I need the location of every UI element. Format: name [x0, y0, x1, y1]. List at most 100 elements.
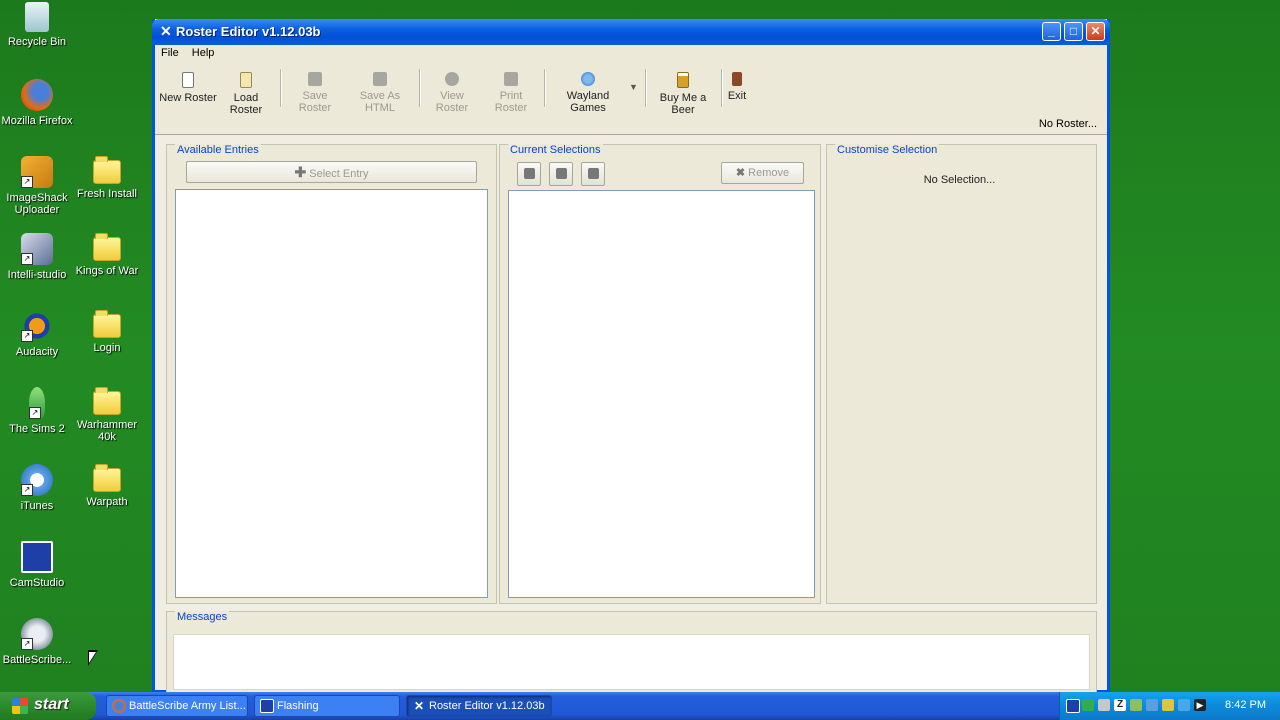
- audacity-icon: ↗: [21, 310, 53, 342]
- globe-icon: [581, 72, 595, 86]
- messages-title: Messages: [175, 611, 230, 623]
- available-entries-panel: Available Entries ✚ Select Entry: [166, 144, 497, 604]
- desktop-icon-recycle-bin[interactable]: Recycle Bin: [0, 2, 74, 48]
- menu-help[interactable]: Help: [188, 45, 219, 61]
- camstudio-icon: [21, 541, 53, 573]
- camstudio-tray-icon[interactable]: [1066, 699, 1080, 713]
- desktop-icon-label: Mozilla Firefox: [1, 115, 73, 127]
- save-as-html-button[interactable]: Save As HTML: [347, 68, 413, 114]
- desktop-icon-login[interactable]: Login: [70, 310, 144, 354]
- available-entries-list[interactable]: [175, 189, 488, 598]
- taskbar-item-roster-editor[interactable]: ✕ Roster Editor v1.12.03b: [406, 695, 552, 717]
- volume-tray-icon[interactable]: [1146, 699, 1158, 711]
- toolbar-separator: [721, 69, 723, 107]
- desktop-icon-label: Audacity: [15, 346, 59, 358]
- desktop-icon-kings-of-war[interactable]: Kings of War: [70, 233, 144, 277]
- view-roster-button[interactable]: View Roster: [424, 68, 480, 114]
- security-tray-icon[interactable]: [1162, 699, 1174, 711]
- new-document-icon: [182, 72, 194, 88]
- camstudio-icon: [260, 699, 274, 713]
- paste-selection-button[interactable]: [549, 162, 573, 186]
- zip-tray-icon[interactable]: Z: [1114, 699, 1126, 711]
- desktop-icon-warhammer[interactable]: Warhammer 40k: [70, 387, 144, 443]
- duplicate-selection-button[interactable]: [581, 162, 605, 186]
- bluetooth-tray-icon[interactable]: [1178, 699, 1190, 711]
- taskbar-clock[interactable]: 8:42 PM: [1225, 699, 1266, 711]
- load-roster-button[interactable]: Load Roster: [217, 68, 275, 116]
- desktop-icon-label: Intelli-studio: [7, 269, 67, 281]
- minimize-button[interactable]: _: [1042, 22, 1061, 41]
- start-button[interactable]: start: [0, 692, 96, 720]
- desktop-icon-sims2[interactable]: ↗ The Sims 2: [0, 387, 74, 435]
- menu-file[interactable]: File: [157, 45, 183, 61]
- select-entry-button[interactable]: ✚ Select Entry: [186, 161, 477, 183]
- customise-selection-title: Customise Selection: [835, 144, 940, 156]
- buy-me-a-beer-button[interactable]: Buy Me a Beer: [650, 68, 716, 116]
- roster-status-row: No Roster...: [155, 115, 1107, 133]
- update-tray-icon[interactable]: [1130, 699, 1142, 711]
- desktop-icon-battlescribe[interactable]: ↗ BattleScribe...: [0, 618, 74, 666]
- save-icon: [308, 72, 322, 86]
- desktop-icon-label: Login: [93, 342, 121, 354]
- desktop-icon-imageshack[interactable]: ↗ ImageShack Uploader: [0, 156, 74, 216]
- window-titlebar[interactable]: ✕ Roster Editor v1.12.03b _ □ ✕: [152, 19, 1110, 45]
- folder-icon: [93, 310, 121, 338]
- exit-door-icon: [732, 72, 742, 86]
- folder-icon: [93, 156, 121, 184]
- desktop-icon-audacity[interactable]: ↗ Audacity: [0, 310, 74, 358]
- customise-selection-panel: Customise Selection No Selection...: [826, 144, 1097, 604]
- messages-area[interactable]: [173, 634, 1090, 690]
- desktop-icon-label: Warhammer 40k: [76, 419, 138, 443]
- remove-button[interactable]: ✖ Remove: [721, 162, 804, 184]
- current-selections-panel: Current Selections ✖ Remove: [499, 144, 821, 604]
- exit-button[interactable]: Exit: [725, 68, 749, 108]
- app-icon: ✕: [160, 23, 172, 39]
- toolbar: New Roster Load Roster Save Roster Save …: [155, 66, 1107, 116]
- plus-icon: ✚: [294, 164, 307, 180]
- toolbar-separator: [419, 69, 421, 107]
- taskbar-item-battlescribe[interactable]: BattleScribe Army List...: [106, 695, 248, 717]
- close-button[interactable]: ✕: [1086, 22, 1105, 41]
- windows-flag-icon: [12, 698, 28, 714]
- wayland-games-button[interactable]: Wayland Games: [549, 68, 627, 114]
- desktop-icon-label: Warpath: [86, 496, 128, 508]
- open-document-icon: [240, 72, 252, 88]
- toolbar-separator: [544, 69, 546, 107]
- desktop-icon-fresh-install[interactable]: Fresh Install: [70, 156, 144, 200]
- roster-status: No Roster...: [1038, 118, 1097, 130]
- no-selection-text: No Selection...: [923, 174, 996, 186]
- desktop-icon-warpath[interactable]: Warpath: [70, 464, 144, 508]
- imageshack-icon: ↗: [21, 156, 53, 188]
- new-roster-button[interactable]: New Roster: [159, 68, 217, 108]
- desktop-icon-itunes[interactable]: ↗ iTunes: [0, 464, 74, 512]
- copy-selection-button[interactable]: [517, 162, 541, 186]
- window-title: Roster Editor v1.12.03b: [176, 24, 321, 39]
- chevron-down-icon[interactable]: ▼: [629, 82, 638, 92]
- taskbar-item-flashing[interactable]: Flashing: [254, 695, 400, 717]
- display-tray-icon[interactable]: [1098, 699, 1110, 711]
- desktop-icon-intelli-studio[interactable]: ↗ Intelli-studio: [0, 233, 74, 281]
- main-area: Available Entries ✚ Select Entry Current…: [155, 134, 1107, 693]
- desktop-icon-firefox[interactable]: Mozilla Firefox: [0, 79, 74, 127]
- firefox-icon: [112, 699, 126, 713]
- save-html-icon: [373, 72, 387, 86]
- save-roster-button[interactable]: Save Roster: [285, 68, 345, 114]
- folder-icon: [93, 464, 121, 492]
- itunes-icon: ↗: [21, 464, 53, 496]
- plumbob-icon: ↗: [29, 387, 45, 419]
- desktop-icon-label: iTunes: [20, 500, 54, 512]
- network-tray-icon[interactable]: [1082, 699, 1094, 711]
- print-roster-button[interactable]: Print Roster: [483, 68, 539, 114]
- media-play-tray-icon[interactable]: ▶: [1194, 699, 1206, 711]
- current-selections-list[interactable]: [508, 190, 815, 598]
- desktop-icon-label: Recycle Bin: [7, 36, 67, 48]
- beer-icon: [677, 72, 689, 88]
- recycle-bin-icon: [25, 2, 49, 32]
- intelli-studio-icon: ↗: [21, 233, 53, 265]
- printer-icon: [504, 72, 518, 86]
- messages-panel: Messages: [166, 611, 1097, 693]
- desktop-icon-camstudio[interactable]: CamStudio: [0, 541, 74, 589]
- maximize-button[interactable]: □: [1064, 22, 1083, 41]
- app-icon: ✕: [413, 699, 425, 713]
- toolbar-separator: [280, 69, 282, 107]
